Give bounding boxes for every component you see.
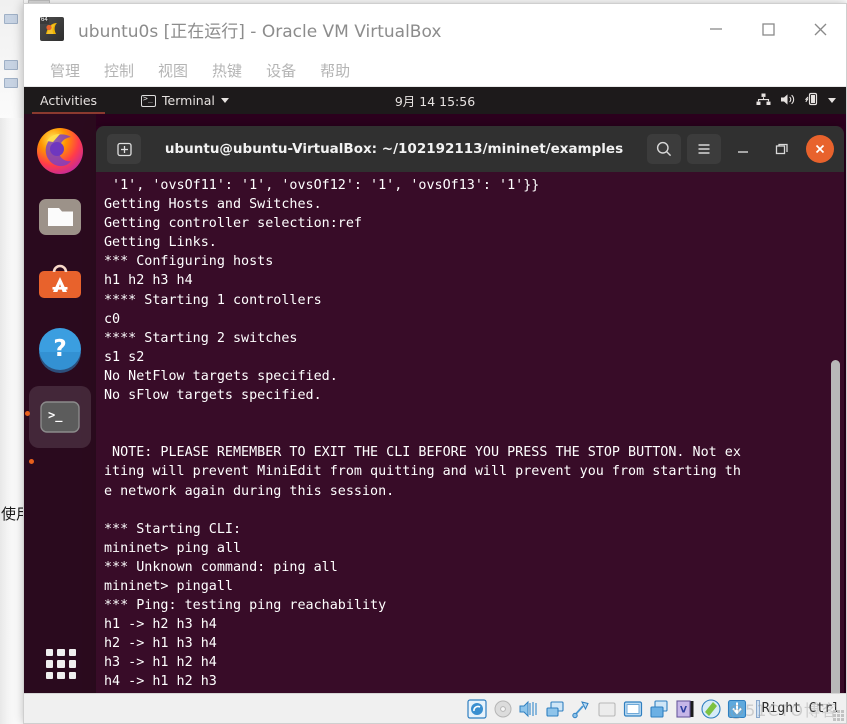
resize-grip[interactable] (833, 710, 844, 721)
close-button[interactable] (794, 4, 846, 54)
system-tray[interactable] (756, 92, 846, 109)
network-tray-icon (756, 93, 771, 109)
menu-item-manage[interactable]: 管理 (38, 60, 92, 81)
svg-text:?: ? (53, 336, 66, 362)
background-tool-icon (4, 78, 18, 88)
background-toolbar (0, 0, 24, 118)
terminal-output: '1', 'ovsOf11': '1', 'ovsOf12': '1', 'ov… (104, 178, 741, 690)
usb-icon[interactable] (570, 698, 592, 720)
terminal-maximize-button[interactable] (766, 134, 796, 164)
search-button[interactable] (647, 134, 681, 164)
running-indicator-dot (25, 411, 30, 416)
terminal-body[interactable]: '1', 'ovsOf11': '1', 'ovsOf12': '1', 'ov… (96, 172, 844, 693)
chevron-down-icon (828, 98, 836, 103)
virtualbox-title: ubuntu0s [正在运行] - Oracle VM VirtualBox (78, 21, 442, 42)
terminal-window: ubuntu@ubuntu-VirtualBox: ~/102192113/mi… (96, 126, 844, 693)
dock-item-ubuntu-software[interactable] (33, 256, 87, 310)
virtualbox-statusbar: V Right Ctrl @51CTO博客 (24, 693, 846, 723)
menu-item-control[interactable]: 控制 (92, 60, 146, 81)
background-tool-icon (4, 14, 18, 24)
terminal-scrollbar[interactable] (831, 360, 840, 693)
host-key-indicator: Right Ctrl (755, 699, 840, 718)
minimize-button[interactable] (690, 4, 742, 54)
new-tab-button[interactable] (107, 134, 141, 164)
running-indicator-dot (29, 459, 34, 464)
virtualbox-icon: 64 (40, 17, 64, 41)
optical-disk-icon[interactable] (492, 698, 514, 720)
activities-button[interactable]: Activities (30, 87, 107, 114)
mouse-integration-icon[interactable] (700, 698, 722, 720)
network-icon[interactable] (544, 698, 566, 720)
host-key-label: Right Ctrl (761, 701, 840, 716)
terminal-close-button[interactable] (806, 135, 834, 163)
host-key-bar (755, 699, 760, 718)
virtualbox-titlebar[interactable]: 64 ubuntu0s [正在运行] - Oracle VM VirtualBo… (24, 4, 846, 54)
hard-disk-icon[interactable] (466, 698, 488, 720)
menu-item-devices[interactable]: 设备 (254, 60, 308, 81)
terminal-headerbar[interactable]: ubuntu@ubuntu-VirtualBox: ~/102192113/mi… (96, 126, 844, 172)
terminal-icon (141, 94, 157, 107)
menu-item-hotkey[interactable]: 热键 (200, 60, 254, 81)
app-menu-label: Terminal (162, 93, 215, 108)
dock-item-help[interactable]: ? (33, 322, 87, 376)
dock-item-terminal[interactable]: >_ (25, 386, 91, 448)
gnome-dock: ? >_ (24, 114, 96, 693)
terminal-minimize-button[interactable] (728, 134, 758, 164)
host-key-icon[interactable] (726, 698, 748, 720)
display-icon[interactable] (622, 698, 644, 720)
virtualization-icon[interactable]: V (674, 698, 696, 720)
app-menu-terminal[interactable]: Terminal (141, 93, 229, 108)
gnome-top-panel: Activities Terminal 9月 14 15:56 (24, 87, 846, 114)
background-tool-icon (4, 60, 18, 70)
show-applications-icon[interactable] (46, 649, 76, 679)
menu-button[interactable] (687, 134, 721, 164)
dock-item-files[interactable] (33, 190, 87, 244)
virtualbox-icon-badge: 64 (40, 17, 49, 24)
svg-text:>_: >_ (48, 408, 63, 423)
guest-screen: Activities Terminal 9月 14 15:56 (24, 87, 846, 693)
record-icon[interactable] (648, 698, 670, 720)
virtualbox-window-controls (690, 4, 846, 54)
menu-item-view[interactable]: 视图 (146, 60, 200, 81)
virtualbox-menubar: 管理 控制 视图 热键 设备 帮助 (24, 54, 846, 87)
statusbar-icon-group: V (466, 698, 748, 720)
volume-tray-icon (780, 93, 796, 109)
virtualbox-window: 64 ubuntu0s [正在运行] - Oracle VM VirtualBo… (23, 3, 847, 724)
battery-tray-icon (804, 92, 819, 109)
audio-icon[interactable] (518, 698, 540, 720)
dock-item-firefox[interactable] (33, 124, 87, 178)
maximize-button[interactable] (742, 4, 794, 54)
menu-item-help[interactable]: 帮助 (308, 60, 362, 81)
chevron-down-icon (220, 98, 229, 103)
shared-folder-icon[interactable] (596, 698, 618, 720)
svg-text:V: V (680, 705, 687, 715)
terminal-title: ubuntu@ubuntu-VirtualBox: ~/102192113/mi… (164, 141, 624, 157)
